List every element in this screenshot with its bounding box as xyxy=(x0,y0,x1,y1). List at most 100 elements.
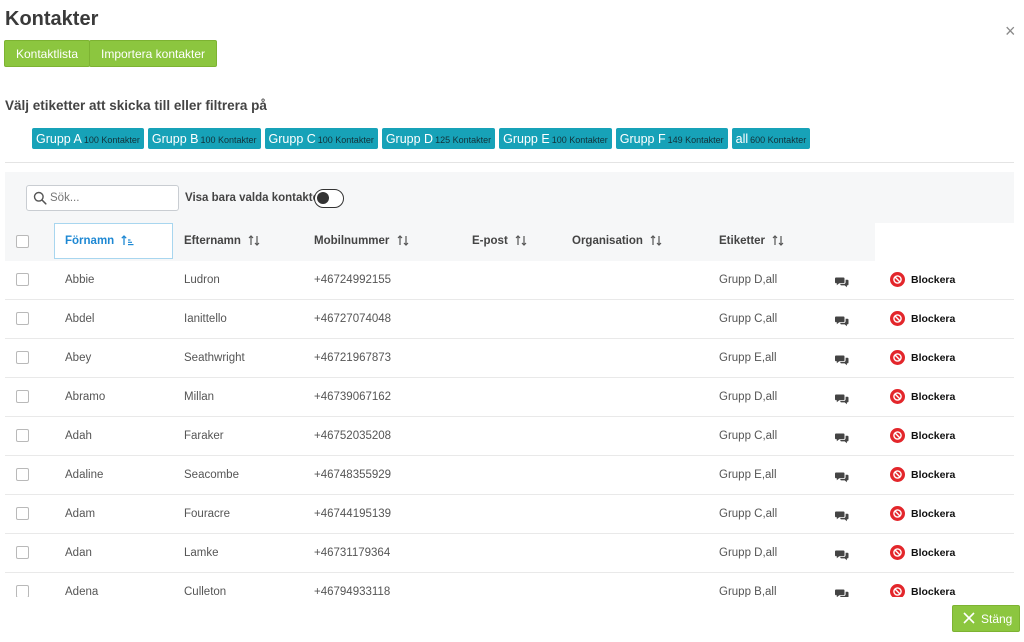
cell-tags: Grupp B,all xyxy=(719,586,777,597)
chat-icon[interactable] xyxy=(835,470,849,483)
chat-icon[interactable] xyxy=(835,509,849,522)
block-icon xyxy=(890,428,905,443)
block-label: Blockera xyxy=(911,391,956,403)
search-box[interactable] xyxy=(26,185,179,211)
cell-tags: Grupp D,all xyxy=(719,391,778,403)
chat-icon[interactable] xyxy=(835,431,849,444)
cell-tags: Grupp E,all xyxy=(719,469,777,481)
tag-name: Grupp F xyxy=(619,132,666,146)
tag-filter-0[interactable]: Grupp A 100 Kontakter xyxy=(32,128,144,149)
cell-last-name: Faraker xyxy=(184,430,224,442)
close-icon xyxy=(963,612,975,624)
column-label: Efternamn xyxy=(184,235,241,247)
tag-filter-4[interactable]: Grupp E 100 Kontakter xyxy=(499,128,612,149)
cell-last-name: Seacombe xyxy=(184,469,239,481)
column-header-last-name[interactable]: Efternamn xyxy=(184,235,260,247)
tag-filter-3[interactable]: Grupp D 125 Kontakter xyxy=(381,128,496,149)
row-checkbox[interactable] xyxy=(16,468,29,481)
cell-mobile: +46748355929 xyxy=(314,469,392,481)
row-checkbox[interactable] xyxy=(16,429,29,442)
column-label: E-post xyxy=(472,235,508,247)
column-label: Mobilnummer xyxy=(314,235,390,247)
tag-name: Grupp D xyxy=(385,132,434,146)
cell-mobile: +46731179364 xyxy=(314,547,391,559)
chat-icon[interactable] xyxy=(835,353,849,366)
table-row: Abbie Ludron +46724992155 Grupp D,all Blocke… xyxy=(5,261,1014,300)
row-checkbox[interactable] xyxy=(16,273,29,286)
block-label: Blockera xyxy=(911,352,956,364)
cell-last-name: Ianittello xyxy=(184,313,227,325)
table-row: Adah Faraker +46752035208 Grupp C,all Blocke… xyxy=(5,417,1014,456)
column-header-first-name[interactable]: Förnamn xyxy=(65,235,134,247)
column-header-mobile[interactable]: Mobilnummer xyxy=(314,235,409,247)
cell-tags: Grupp E,all xyxy=(719,352,777,364)
divider xyxy=(5,162,1014,163)
chat-icon[interactable] xyxy=(835,314,849,327)
column-header-organisation[interactable]: Organisation xyxy=(572,235,662,247)
tag-count: 100 Kontakter xyxy=(83,135,140,145)
block-icon xyxy=(890,545,905,560)
block-icon xyxy=(890,389,905,404)
row-checkbox[interactable] xyxy=(16,312,29,325)
tag-filter-1[interactable]: Grupp B 100 Kontakter xyxy=(147,128,261,149)
cell-first-name: Adena xyxy=(65,586,99,597)
cell-tags: Grupp C,all xyxy=(719,508,778,520)
row-checkbox[interactable] xyxy=(16,585,29,597)
contacts-panel: Visa bara valda kontakter Förnamn Eftern… xyxy=(5,172,1014,597)
table-row: Abramo Millan +46739067162 Grupp D,all Block… xyxy=(5,378,1014,417)
tag-count: 100 Kontakter xyxy=(551,135,608,145)
table-row: Adam Fouracre +46744195139 Grupp C,all Block… xyxy=(5,495,1014,534)
tag-filter-2[interactable]: Grupp C 100 Kontakter xyxy=(264,128,378,149)
block-label: Blockera xyxy=(911,469,956,481)
tag-filter-5[interactable]: Grupp F 149 Kontakter xyxy=(615,128,728,149)
chat-icon[interactable] xyxy=(834,587,849,597)
cell-last-name: Ludron xyxy=(184,274,220,286)
search-input[interactable] xyxy=(50,189,175,207)
search-icon xyxy=(33,191,47,205)
block-label: Blockera xyxy=(911,547,956,559)
tag-name: all xyxy=(735,132,749,146)
cell-tags: Grupp C,all xyxy=(719,430,778,442)
tag-count: 100 Kontakter xyxy=(317,135,374,145)
cell-first-name: Adah xyxy=(65,430,92,442)
table-header: Förnamn Efternamn Mobilnummer E-post Org… xyxy=(5,223,1014,261)
sort-icon xyxy=(650,235,662,246)
sort-icon xyxy=(772,235,784,246)
tag-count: 125 Kontakter xyxy=(435,135,492,145)
close-icon[interactable]: × xyxy=(1005,22,1016,40)
close-button[interactable]: Stäng xyxy=(952,605,1020,632)
tag-count: 600 Kontakter xyxy=(750,135,807,145)
chat-icon[interactable] xyxy=(835,275,849,288)
row-checkbox[interactable] xyxy=(16,507,29,520)
sort-icon xyxy=(397,235,409,246)
show-selected-label: Visa bara valda kontakter xyxy=(185,192,324,204)
tag-filter-6[interactable]: all 600 Kontakter xyxy=(731,128,811,149)
cell-mobile: +46752035208 xyxy=(314,430,392,442)
tag-count: 149 Kontakter xyxy=(667,135,724,145)
row-checkbox[interactable] xyxy=(16,351,29,364)
block-icon xyxy=(890,272,905,287)
cell-first-name: Adam xyxy=(65,508,96,520)
chat-icon[interactable] xyxy=(835,392,849,405)
block-label: Blockera xyxy=(911,274,956,286)
block-label: Blockera xyxy=(911,508,956,520)
tag-name: Grupp B xyxy=(151,132,199,146)
show-selected-toggle[interactable] xyxy=(314,189,344,208)
tag-name: Grupp E xyxy=(503,132,550,146)
filter-label: Välj etiketter att skicka till eller fil… xyxy=(5,98,267,113)
select-all-checkbox[interactable] xyxy=(16,235,29,248)
chat-icon[interactable] xyxy=(835,548,849,561)
close-button-label: Stäng xyxy=(981,612,1013,626)
column-label: Organisation xyxy=(572,235,643,247)
row-checkbox[interactable] xyxy=(16,390,29,403)
column-header-tags[interactable]: Etiketter xyxy=(719,235,784,247)
column-label: Etiketter xyxy=(719,235,766,247)
cell-last-name: Lamke xyxy=(184,547,219,559)
column-header-email[interactable]: E-post xyxy=(472,235,527,247)
contact-list-button[interactable]: Kontaktlista xyxy=(4,40,91,67)
row-checkbox[interactable] xyxy=(16,546,29,559)
block-label: Blockera xyxy=(911,313,956,325)
cell-last-name: Seathwright xyxy=(184,352,245,364)
cell-first-name: Adan xyxy=(65,547,92,559)
import-contacts-button[interactable]: Importera kontakter xyxy=(89,40,218,67)
